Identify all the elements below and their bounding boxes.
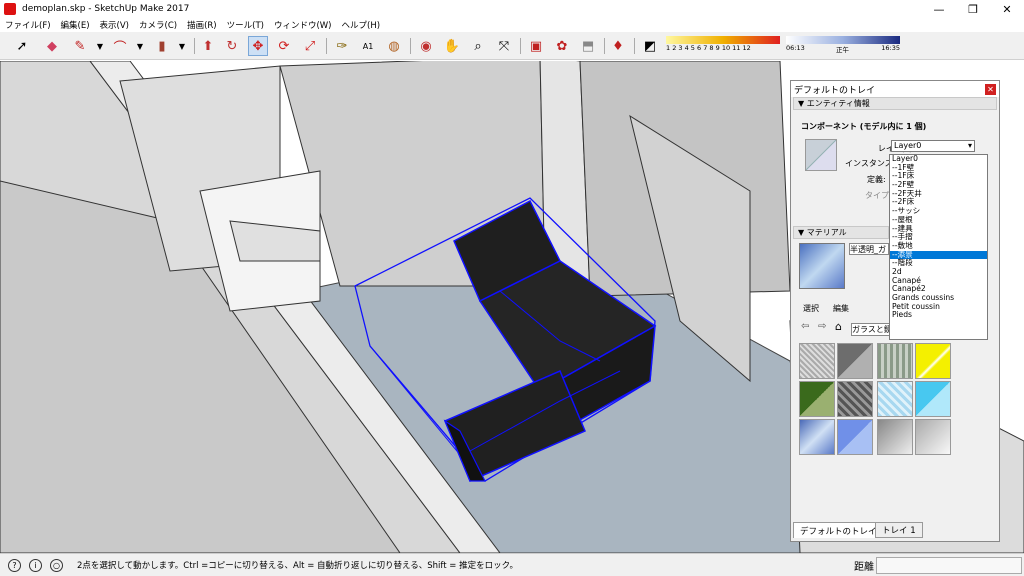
- component-thumbnail: [805, 139, 837, 171]
- material-swatch[interactable]: [799, 419, 835, 455]
- arc-dropdown-icon[interactable]: ▼: [130, 36, 150, 56]
- month-scale-labels: 1 2 3 4 5 6 7 8 9 10 11 12: [666, 44, 751, 52]
- entity-info-section-header[interactable]: ▼ エンティティ情報: [793, 97, 997, 110]
- material-swatch[interactable]: [837, 343, 873, 379]
- material-swatch[interactable]: [877, 381, 913, 417]
- rectangle-dropdown-icon[interactable]: ▼: [172, 36, 192, 56]
- paint-bucket-icon[interactable]: ◍: [384, 36, 404, 56]
- tray-title: デフォルトのトレイ: [794, 85, 876, 96]
- share-icon[interactable]: ⬒: [578, 36, 598, 56]
- pan-icon[interactable]: ✋: [442, 36, 462, 56]
- material-swatch[interactable]: [837, 381, 873, 417]
- library-select[interactable]: ガラスと鏡: [851, 323, 891, 336]
- material-swatch[interactable]: [915, 381, 951, 417]
- material-swatch[interactable]: [915, 343, 951, 379]
- extensions-icon[interactable]: ✿: [552, 36, 572, 56]
- time-start-label: 06:13: [786, 44, 805, 52]
- arc-icon[interactable]: ⌒: [110, 36, 130, 56]
- pencil-line-icon[interactable]: ✎: [70, 36, 90, 56]
- material-swatch[interactable]: [877, 419, 913, 455]
- orbit-icon[interactable]: ◉: [416, 36, 436, 56]
- tab-edit[interactable]: 編集: [833, 303, 849, 314]
- material-preview: [799, 243, 845, 289]
- dropdown-option[interactable]: Pieds: [890, 311, 987, 320]
- maximize-button[interactable]: ❐: [956, 0, 990, 18]
- menu-draw[interactable]: 描画(R): [187, 19, 217, 31]
- menu-file[interactable]: ファイル(F): [5, 19, 51, 31]
- component-heading: コンポーネント (モデル内に 1 個): [801, 122, 927, 131]
- window-title: demoplan.skp - SketchUp Make 2017: [22, 4, 190, 14]
- rotate-icon[interactable]: ⟳: [274, 36, 294, 56]
- dropdown-option[interactable]: --階段: [890, 259, 987, 268]
- menu-bar: ファイル(F) 編集(E) 表示(V) カメラ(C) 描画(R) ツール(T) …: [0, 18, 1024, 32]
- shadow-time-slider[interactable]: 06:13 正午 16:35: [786, 36, 900, 58]
- select-arrow-icon[interactable]: ➚: [12, 36, 32, 56]
- entity-section-label: エンティティ情報: [806, 99, 870, 108]
- tray-header: デフォルトのトレイ ✕: [791, 81, 999, 97]
- follow-me-icon[interactable]: ↻: [222, 36, 242, 56]
- rectangle-icon[interactable]: ▮: [152, 36, 172, 56]
- shadow-month-slider[interactable]: 1 2 3 4 5 6 7 8 9 10 11 12: [666, 36, 780, 58]
- menu-window[interactable]: ウィンドウ(W): [274, 19, 332, 31]
- text-label-icon[interactable]: A1: [358, 36, 378, 56]
- move-icon[interactable]: ✥: [248, 36, 268, 56]
- material-section-header[interactable]: ▼ マテリアル: [793, 226, 889, 239]
- material-swatch[interactable]: [799, 381, 835, 417]
- user-icon[interactable]: ○: [50, 558, 63, 572]
- pencil-dropdown-icon[interactable]: ▼: [90, 36, 110, 56]
- measurement-input[interactable]: [876, 556, 1022, 574]
- scale-icon[interactable]: ⤢: [300, 36, 320, 56]
- zoom-extents-icon[interactable]: ⤧: [494, 36, 514, 56]
- layer-select[interactable]: Layer0 ▾: [891, 140, 975, 152]
- tab-default-tray[interactable]: デフォルトのトレイ: [793, 522, 884, 538]
- home-icon[interactable]: ⌂: [835, 320, 842, 333]
- info-icon[interactable]: i: [29, 558, 42, 572]
- push-pull-icon[interactable]: ⬆: [198, 36, 218, 56]
- status-message: 2点を選択して動かします。Ctrl =コピーに切り替える、Alt = 自動折り返…: [77, 561, 518, 571]
- tape-measure-icon[interactable]: ✑: [332, 36, 352, 56]
- ruby-icon[interactable]: ♦: [608, 36, 628, 56]
- menu-camera[interactable]: カメラ(C): [139, 19, 177, 31]
- material-swatch[interactable]: [799, 343, 835, 379]
- shadows-toggle-icon[interactable]: ◩: [640, 36, 660, 56]
- tab-select[interactable]: 選択: [803, 303, 819, 314]
- minimize-button[interactable]: —: [922, 0, 956, 18]
- menu-edit[interactable]: 編集(E): [61, 19, 90, 31]
- menu-tools[interactable]: ツール(T): [227, 19, 264, 31]
- zoom-icon[interactable]: ⌕: [468, 36, 488, 56]
- status-bar: ? i ○ 2点を選択して動かします。Ctrl =コピーに切り替える、Alt =…: [0, 553, 1024, 576]
- sketchup-logo-icon: [4, 3, 16, 15]
- warehouse-icon[interactable]: ▣: [526, 36, 546, 56]
- eraser-icon[interactable]: ◆: [42, 36, 62, 56]
- close-button[interactable]: ✕: [990, 0, 1024, 18]
- tab-tray-1[interactable]: トレイ 1: [875, 522, 923, 538]
- chevron-down-icon: ▾: [967, 141, 972, 150]
- menu-help[interactable]: ヘルプ(H): [342, 19, 381, 31]
- measurement-label: 距離: [854, 561, 874, 573]
- layer-select-value: Layer0: [894, 141, 922, 150]
- toolbar: ➚ ◆ ✎ ▼ ⌒ ▼ ▮ ▼ ⬆ ↻ ✥ ⟳ ⤢ ✑ A1 ◍ ◉ ✋ ⌕ ⤧…: [0, 32, 1024, 60]
- title-bar: demoplan.skp - SketchUp Make 2017 — ❐ ✕: [0, 0, 1024, 18]
- type-label: タイプ:: [865, 191, 892, 200]
- time-mid-label: 正午: [836, 46, 849, 54]
- instance-label: インスタンス:: [845, 159, 896, 168]
- layer-dropdown-list[interactable]: Layer0 --1F壁 --1F床 --2F壁 --2F天井 --2F床 --…: [889, 154, 988, 340]
- geolocation-icon[interactable]: ?: [8, 558, 21, 572]
- material-section-label: マテリアル: [806, 228, 847, 237]
- back-arrow-icon[interactable]: ⇦: [801, 321, 809, 332]
- material-name-field[interactable]: 半透明_ガ: [849, 243, 889, 255]
- tray-close-icon[interactable]: ✕: [985, 83, 996, 95]
- definition-label: 定義:: [867, 175, 886, 184]
- forward-arrow-icon[interactable]: ⇨: [818, 321, 826, 332]
- material-swatch[interactable]: [837, 419, 873, 455]
- menu-view[interactable]: 表示(V): [100, 19, 129, 31]
- time-end-label: 16:35: [881, 44, 900, 52]
- material-swatch[interactable]: [915, 419, 951, 455]
- material-swatch[interactable]: [877, 343, 913, 379]
